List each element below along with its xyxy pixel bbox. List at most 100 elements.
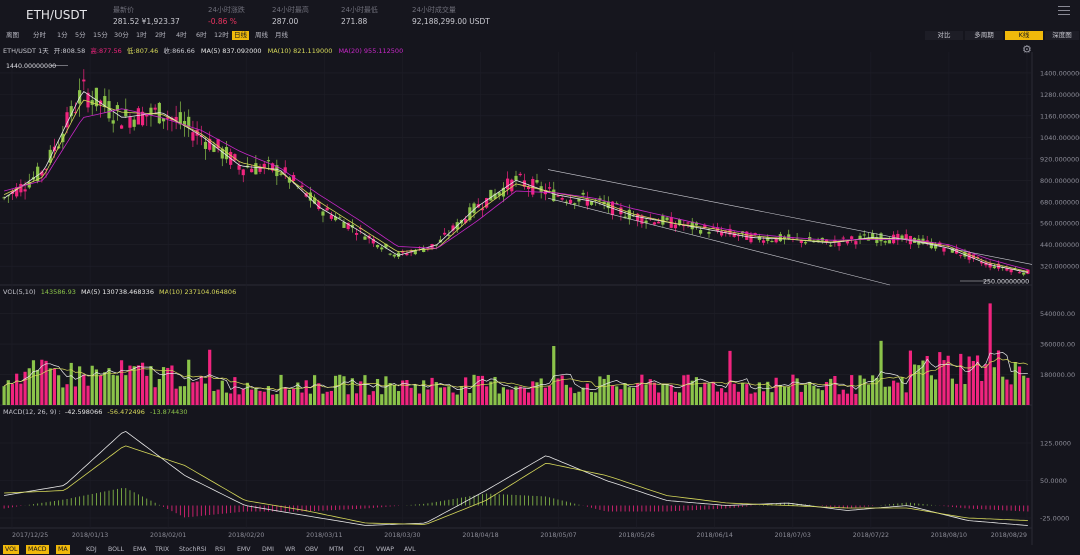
volume-bar xyxy=(522,388,526,405)
volume-bar xyxy=(837,394,841,405)
volume-bar xyxy=(820,390,824,405)
indicator-tab[interactable]: KDJ xyxy=(84,545,99,554)
volume-bar xyxy=(187,359,191,405)
volume-bar xyxy=(317,383,321,405)
axis-labels: 1400.000000 1280.000000 1160.000000 1040.00… xyxy=(6,63,1080,539)
volume-bar xyxy=(443,387,447,405)
macd-dea-line xyxy=(4,445,1028,525)
indicator-tab[interactable]: StochRSI xyxy=(177,545,209,554)
volume-bar xyxy=(740,382,745,405)
volume-bar xyxy=(699,387,703,405)
volume-bar xyxy=(904,392,908,405)
volume-bar xyxy=(2,386,6,405)
volume-bar xyxy=(678,392,682,405)
volume-bar xyxy=(371,391,375,405)
volume-bar xyxy=(430,377,434,405)
volume-bar xyxy=(506,389,510,405)
volume-bar xyxy=(1001,376,1005,405)
volume-bar xyxy=(417,393,422,405)
volume-bar xyxy=(543,387,547,405)
volume-bar xyxy=(325,391,329,405)
volume-bar xyxy=(787,386,791,405)
volume-bar xyxy=(170,365,174,405)
candle-body xyxy=(585,198,589,206)
volume-bar xyxy=(1013,362,1017,405)
volume-bar xyxy=(107,368,111,405)
volume-bar xyxy=(468,393,472,405)
volume-bar xyxy=(434,382,438,405)
candle-body xyxy=(841,237,845,239)
date-tick-label: 2018/08/10 xyxy=(931,532,967,539)
volume-bar xyxy=(119,360,124,405)
date-tick-label: 2018/03/11 xyxy=(306,532,342,539)
candle-body xyxy=(556,195,560,197)
volume-bars xyxy=(2,303,1030,405)
volume-bar xyxy=(694,377,699,405)
high-marker-label: 1440.00000000 xyxy=(6,63,56,70)
candle-body xyxy=(237,165,241,170)
indicator-tab[interactable]: RSI xyxy=(213,545,227,554)
indicator-tab[interactable]: VOL xyxy=(3,545,20,554)
indicator-tab[interactable]: CCI xyxy=(352,545,366,554)
date-tick-label: 2018/05/07 xyxy=(540,532,576,539)
candle-body xyxy=(770,241,774,243)
volume-bar xyxy=(48,368,52,405)
indicator-tab[interactable]: TRIX xyxy=(153,545,171,554)
indicator-tab[interactable]: VWAP xyxy=(374,545,396,554)
indicator-tab[interactable]: BOLL xyxy=(106,545,126,554)
candle-body xyxy=(300,185,304,187)
date-tick-label: 2017/12/25 xyxy=(12,532,48,539)
volume-bar xyxy=(485,386,489,405)
date-tick-label: 2018/02/01 xyxy=(150,532,186,539)
volume-bar xyxy=(363,375,367,405)
candle-body xyxy=(850,236,854,240)
volume-bar xyxy=(812,385,816,405)
volume-bar xyxy=(283,387,287,405)
indicator-tab[interactable]: EMA xyxy=(131,545,148,554)
volume-bar xyxy=(338,374,342,405)
price-tick-label: 680.000000 xyxy=(1040,198,1079,206)
volume-bar xyxy=(19,383,23,405)
candle-body xyxy=(111,120,115,124)
volume-bar xyxy=(212,390,216,405)
volume-bar xyxy=(866,384,871,405)
indicator-tab[interactable]: MACD xyxy=(26,545,49,554)
indicator-tab[interactable]: OBV xyxy=(303,545,320,554)
volume-bar xyxy=(254,388,258,405)
macd-dif-line xyxy=(4,430,1028,526)
volume-bar xyxy=(23,371,27,405)
indicator-tab[interactable]: WR xyxy=(283,545,297,554)
volume-bar xyxy=(464,377,468,405)
candle-body xyxy=(132,119,136,127)
indicator-tab[interactable]: MTM xyxy=(327,545,345,554)
volume-bar xyxy=(967,356,971,405)
volume-bar xyxy=(640,374,644,405)
volume-ma-line xyxy=(3,357,1029,391)
volume-bar xyxy=(245,382,250,405)
candle-body xyxy=(23,189,27,192)
volume-bar xyxy=(841,389,845,405)
indicator-tab[interactable]: DMI xyxy=(260,545,276,554)
volume-bar xyxy=(99,375,103,405)
candle-body xyxy=(900,235,904,239)
indicator-tab[interactable]: EMV xyxy=(235,545,252,554)
indicator-tab[interactable]: MA xyxy=(56,545,70,554)
volume-bar xyxy=(308,393,312,405)
volume-bar xyxy=(438,387,443,405)
volume-bar xyxy=(644,384,648,405)
kline-chart[interactable]: 1400.000000 1280.000000 1160.000000 1040.00… xyxy=(0,0,1080,555)
volume-bar xyxy=(250,389,254,405)
volume-bar xyxy=(476,375,480,405)
volume-tick-label: 180000.00 xyxy=(1040,371,1075,379)
volume-bar xyxy=(333,375,338,405)
candle-body xyxy=(321,211,325,216)
indicator-tab[interactable]: AVL xyxy=(402,545,418,554)
volume-bar xyxy=(892,380,896,405)
volume-bar xyxy=(384,376,388,405)
candle-body xyxy=(535,180,539,183)
volume-bar xyxy=(262,391,266,405)
volume-bar xyxy=(489,381,493,405)
volume-bar xyxy=(770,392,774,405)
price-tick-label: 800.000000 xyxy=(1040,177,1079,185)
volume-bar xyxy=(963,384,967,405)
